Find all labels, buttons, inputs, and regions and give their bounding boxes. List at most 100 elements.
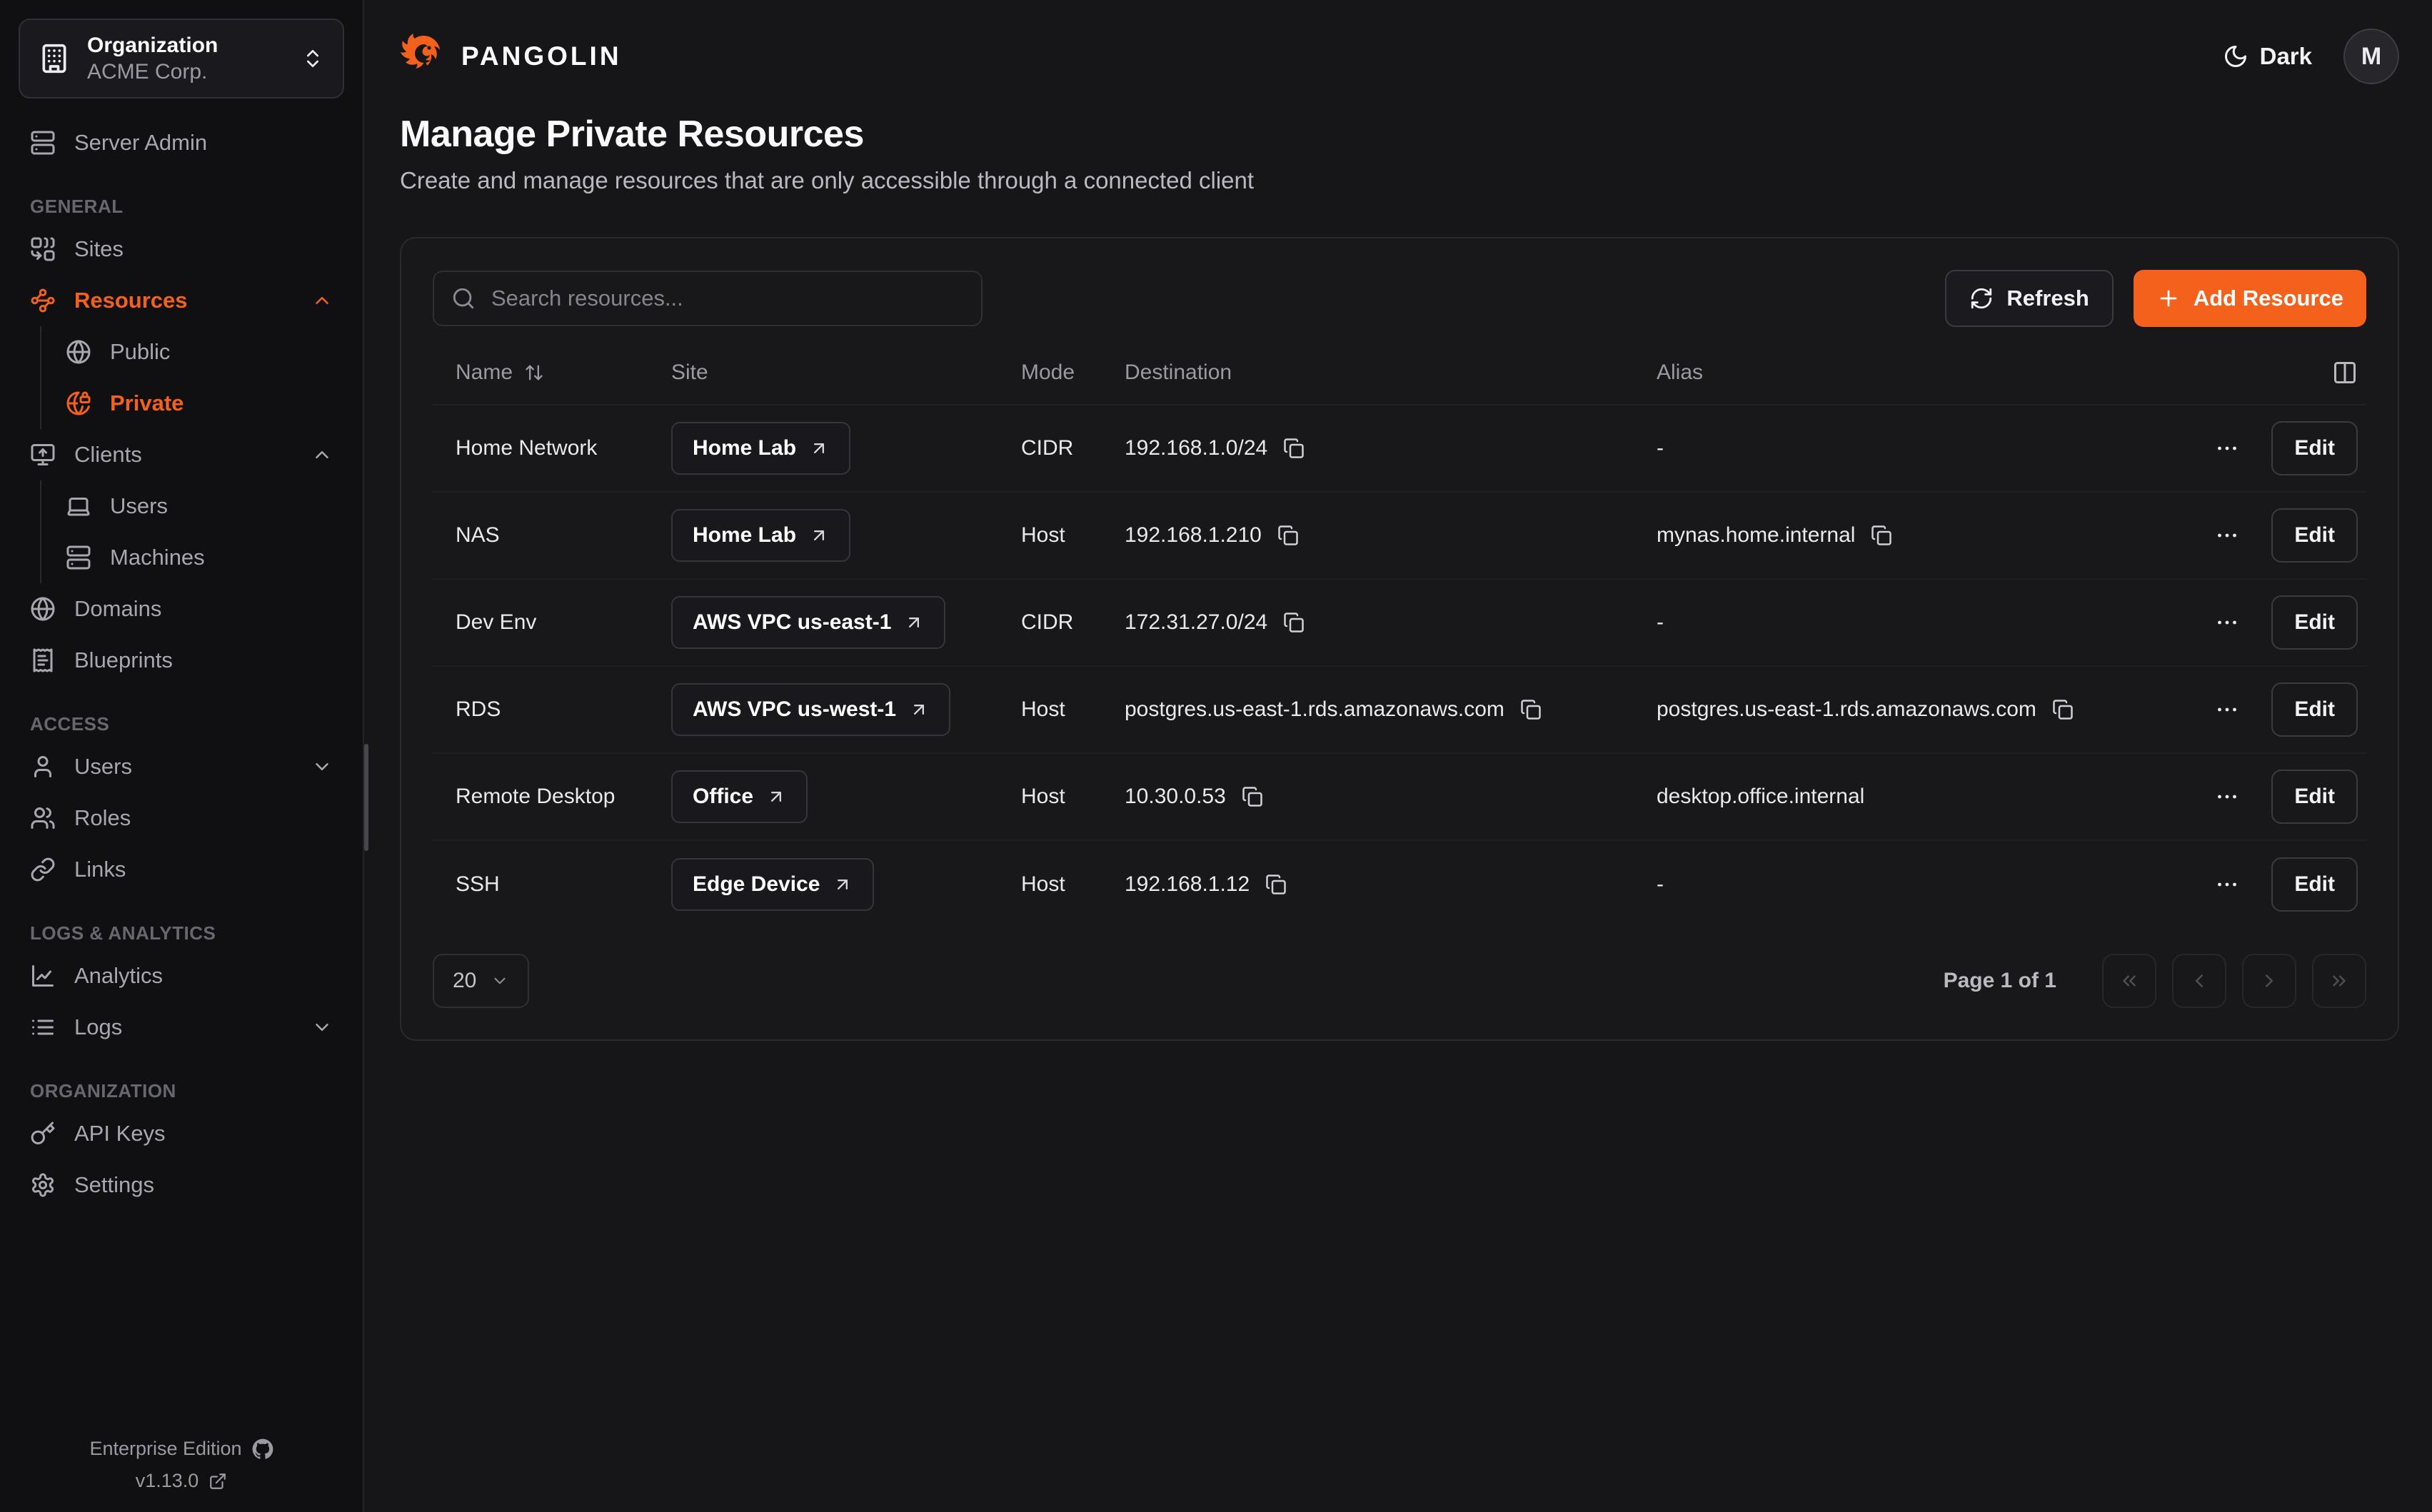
- copy-destination-button[interactable]: [1283, 612, 1305, 633]
- github-icon[interactable]: [252, 1438, 273, 1460]
- copy-destination-button[interactable]: [1520, 699, 1542, 720]
- cell-name: RDS: [433, 697, 648, 722]
- cell-alias: -: [1634, 610, 2188, 635]
- search-input[interactable]: [433, 271, 983, 326]
- sidebar-item-label: Analytics: [74, 963, 163, 989]
- org-selector[interactable]: Organization ACME Corp.: [19, 19, 344, 99]
- sidebar-item-resources[interactable]: Resources: [19, 275, 344, 326]
- combine-icon: [30, 236, 56, 262]
- sidebar-item-users[interactable]: Users: [19, 741, 344, 792]
- resources-table: Name Site Mode Destination Alias Home Ne…: [433, 360, 2366, 928]
- chevron-up-icon: [311, 290, 333, 311]
- table-row: Dev Env AWS VPC us-east-1 CIDR 172.31.27…: [433, 580, 2366, 667]
- cell-destination: 10.30.0.53: [1125, 785, 1226, 809]
- brand-name: PANGOLIN: [461, 41, 622, 71]
- cell-name: Home Network: [433, 436, 648, 460]
- arrow-up-right-icon: [909, 700, 929, 720]
- edit-button[interactable]: Edit: [2271, 770, 2358, 824]
- cell-mode: CIDR: [998, 610, 1102, 635]
- edit-button[interactable]: Edit: [2271, 508, 2358, 563]
- cell-alias: desktop.office.internal: [1634, 785, 2188, 809]
- copy-icon: [1871, 525, 1892, 546]
- sidebar-item-domains[interactable]: Domains: [19, 583, 344, 635]
- sidebar-item-label: Blueprints: [74, 647, 173, 673]
- page-size-select[interactable]: 20: [433, 954, 529, 1008]
- refresh-button[interactable]: Refresh: [1945, 270, 2113, 327]
- edit-button[interactable]: Edit: [2271, 421, 2358, 475]
- add-resource-button[interactable]: Add Resource: [2134, 270, 2366, 327]
- row-menu-button[interactable]: [2214, 610, 2240, 635]
- column-header-alias: Alias: [1634, 361, 2188, 385]
- edit-button[interactable]: Edit: [2271, 595, 2358, 650]
- edit-button[interactable]: Edit: [2271, 682, 2358, 737]
- row-menu-button[interactable]: [2214, 697, 2240, 722]
- sidebar-item-links[interactable]: Links: [19, 844, 344, 895]
- external-link-icon[interactable]: [208, 1472, 227, 1491]
- row-menu-button[interactable]: [2214, 435, 2240, 461]
- sidebar-item-settings[interactable]: Settings: [19, 1159, 344, 1211]
- resources-card: Refresh Add Resource Name Site Mode Dest…: [400, 237, 2399, 1041]
- sidebar-item-server-admin[interactable]: Server Admin: [19, 117, 344, 168]
- sidebar-item-logs[interactable]: Logs: [19, 1002, 344, 1053]
- sidebar-item-label: Sites: [74, 236, 124, 262]
- site-link[interactable]: Home Lab: [671, 422, 850, 475]
- sidebar-item-label: Roles: [74, 805, 131, 831]
- version-label[interactable]: v1.13.0: [136, 1470, 199, 1492]
- sidebar-item-client-users[interactable]: Users: [60, 480, 344, 532]
- first-page-button[interactable]: [2102, 954, 2156, 1008]
- sidebar-item-blueprints[interactable]: Blueprints: [19, 635, 344, 686]
- toolbar-buttons: Refresh Add Resource: [1945, 270, 2366, 327]
- table-row: Home Network Home Lab CIDR 192.168.1.0/2…: [433, 405, 2366, 493]
- sidebar-item-public[interactable]: Public: [60, 326, 344, 378]
- copy-alias-button[interactable]: [1871, 525, 1892, 546]
- topbar: PANGOLIN Dark M: [400, 0, 2399, 84]
- copy-icon: [1283, 438, 1305, 459]
- site-link[interactable]: AWS VPC us-east-1: [671, 596, 945, 649]
- brand-logo[interactable]: PANGOLIN: [400, 34, 622, 79]
- site-link[interactable]: Edge Device: [671, 858, 874, 911]
- arrow-up-right-icon: [809, 438, 829, 458]
- theme-toggle[interactable]: Dark: [2223, 43, 2312, 70]
- sidebar-item-private[interactable]: Private: [60, 378, 344, 429]
- site-link[interactable]: Home Lab: [671, 509, 850, 562]
- sidebar-item-label: Server Admin: [74, 130, 207, 156]
- column-visibility-button[interactable]: [2332, 360, 2358, 385]
- sidebar-item-label: API Keys: [74, 1121, 166, 1146]
- copy-destination-button[interactable]: [1265, 874, 1287, 895]
- copy-destination-button[interactable]: [1283, 438, 1305, 459]
- columns-icon: [2332, 360, 2358, 385]
- cell-mode: Host: [998, 872, 1102, 897]
- globe-icon: [66, 339, 91, 365]
- copy-icon: [1242, 786, 1263, 807]
- site-link[interactable]: AWS VPC us-west-1: [671, 683, 950, 736]
- cell-destination: 192.168.1.12: [1125, 872, 1250, 897]
- next-page-button[interactable]: [2242, 954, 2296, 1008]
- sidebar-item-sites[interactable]: Sites: [19, 223, 344, 275]
- section-label-general: GENERAL: [19, 196, 344, 218]
- prev-page-button[interactable]: [2172, 954, 2226, 1008]
- sidebar-item-label: Settings: [74, 1172, 154, 1198]
- row-menu-button[interactable]: [2214, 872, 2240, 897]
- column-header-name[interactable]: Name: [433, 361, 648, 385]
- sidebar-item-clients[interactable]: Clients: [19, 429, 344, 480]
- avatar[interactable]: M: [2343, 29, 2399, 84]
- sidebar-item-api-keys[interactable]: API Keys: [19, 1108, 344, 1159]
- resources-toolbar: Refresh Add Resource: [433, 270, 2366, 327]
- copy-destination-button[interactable]: [1277, 525, 1299, 546]
- cell-mode: Host: [998, 523, 1102, 548]
- receipt-icon: [30, 647, 56, 673]
- sidebar-item-label: Private: [110, 390, 184, 416]
- row-menu-button[interactable]: [2214, 784, 2240, 810]
- sort-arrows-icon: [524, 363, 544, 383]
- copy-destination-button[interactable]: [1242, 786, 1263, 807]
- sidebar-item-roles[interactable]: Roles: [19, 792, 344, 844]
- site-link[interactable]: Office: [671, 770, 808, 823]
- sidebar-item-machines[interactable]: Machines: [60, 532, 344, 583]
- section-label-access: ACCESS: [19, 713, 344, 735]
- copy-alias-button[interactable]: [2052, 699, 2074, 720]
- page-info: Page 1 of 1: [1944, 969, 2056, 993]
- last-page-button[interactable]: [2312, 954, 2366, 1008]
- edit-button[interactable]: Edit: [2271, 857, 2358, 912]
- row-menu-button[interactable]: [2214, 523, 2240, 548]
- sidebar-item-analytics[interactable]: Analytics: [19, 950, 344, 1002]
